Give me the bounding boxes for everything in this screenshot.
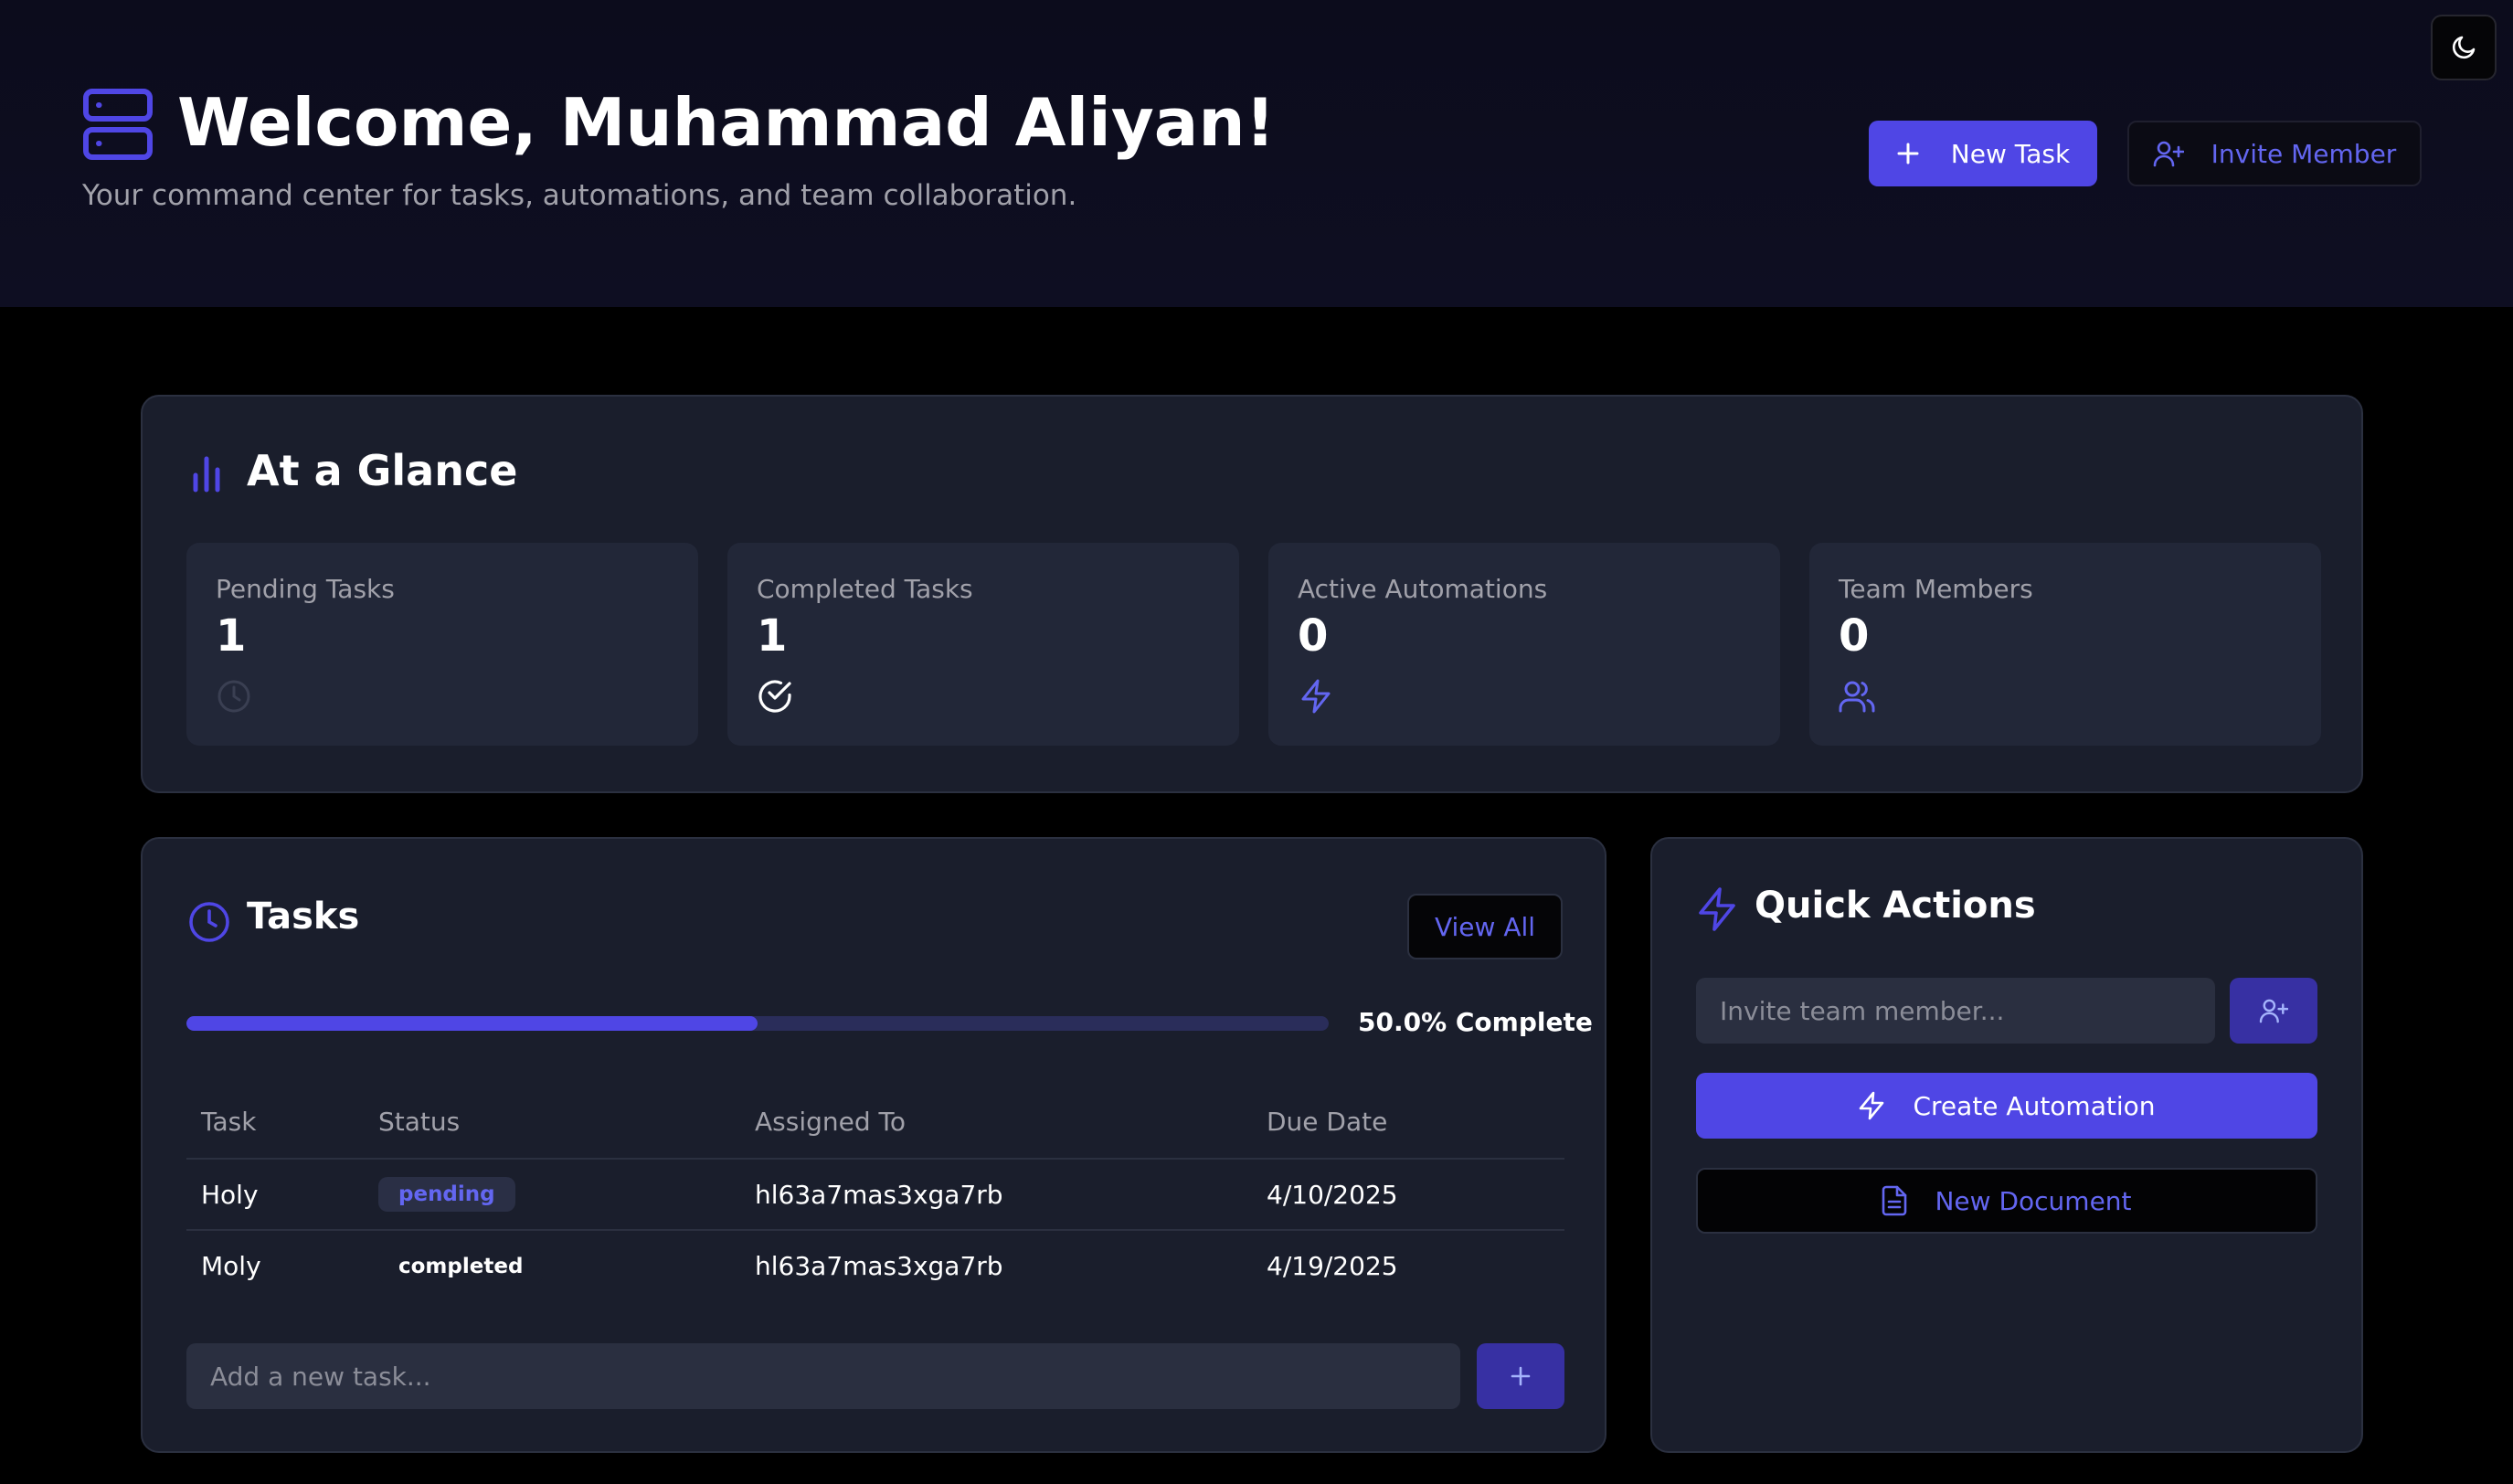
invite-team-member-input[interactable] [1696, 978, 2215, 1044]
status-cell: pending [364, 1159, 740, 1231]
page-title: Welcome, Muhammad Aliyan! [177, 84, 1276, 161]
plus-icon [1510, 1365, 1532, 1387]
task-name: Holy [186, 1159, 364, 1231]
stat-label: Active Automations [1298, 574, 1548, 604]
header: Welcome, Muhammad Aliyan! Your command c… [0, 0, 2513, 307]
stat-value: 0 [1298, 610, 1329, 662]
new-document-button[interactable]: New Document [1696, 1168, 2317, 1234]
progress-fill [186, 1016, 758, 1031]
users-icon [1839, 678, 1875, 715]
theme-toggle-button[interactable] [2431, 15, 2497, 80]
server-icon [82, 88, 154, 161]
stat-label: Pending Tasks [216, 574, 395, 604]
tasks-card: Tasks View All 50.0% Complete Task Statu… [141, 837, 1606, 1453]
at-a-glance-card: At a Glance Pending Tasks 1 Completed Ta… [141, 395, 2363, 793]
invite-team-member-button[interactable] [2230, 978, 2317, 1044]
clock-icon [188, 901, 230, 943]
create-automation-label: Create Automation [1913, 1090, 2156, 1121]
quick-actions-card: Quick Actions Create Automation [1650, 837, 2363, 1453]
stat-value: 1 [757, 610, 788, 662]
assigned-to: hl63a7mas3xga7rb [755, 1251, 1003, 1281]
user-plus-icon [2153, 140, 2184, 167]
tasks-table: Task Status Assigned To Due Date Holy pe… [186, 1086, 1564, 1301]
due-date: 4/19/2025 [1267, 1251, 1398, 1281]
tasks-title: Tasks [247, 896, 360, 938]
table-row[interactable]: Holy pending hl63a7mas3xga7rb 4/10/2025 [186, 1159, 1564, 1231]
stat-pending-tasks: Pending Tasks 1 [186, 543, 698, 746]
status-badge: pending [378, 1177, 515, 1212]
column-header: Task [186, 1086, 364, 1160]
bar-chart-icon [190, 453, 223, 493]
zap-icon [1858, 1091, 1885, 1120]
assigned-to: hl63a7mas3xga7rb [740, 1159, 1252, 1231]
check-circle-icon [757, 678, 793, 715]
column-header: Status [364, 1086, 740, 1160]
new-task-label: New Task [1950, 138, 2071, 169]
zap-icon [1298, 678, 1334, 715]
invite-member-label: Invite Member [2211, 138, 2397, 169]
new-task-input[interactable] [186, 1343, 1460, 1409]
new-document-label: New Document [1935, 1185, 2132, 1216]
stat-label: Team Members [1839, 574, 2033, 604]
status-badge: completed [378, 1248, 544, 1284]
table-row[interactable]: Moly completed hl63a7mas3xga7rb 4/19/202… [186, 1230, 1564, 1301]
new-task-button[interactable]: New Task [1869, 121, 2097, 186]
invite-member-button[interactable]: Invite Member [2127, 121, 2422, 186]
quick-actions-title: Quick Actions [1755, 885, 2036, 927]
progress-label: 50.0% Complete [1358, 1007, 1593, 1037]
clock-icon [216, 678, 252, 715]
progress-bar [186, 1016, 1329, 1031]
status-cell: completed [364, 1230, 740, 1301]
at-a-glance-title: At a Glance [247, 446, 518, 495]
page-subtitle: Your command center for tasks, automatio… [82, 179, 1077, 212]
add-task-button[interactable] [1477, 1343, 1564, 1409]
stat-value: 0 [1839, 610, 1870, 662]
stat-active-automations: Active Automations 0 [1268, 543, 1780, 746]
moon-icon [2450, 34, 2477, 61]
stat-value: 1 [216, 610, 247, 662]
column-header: Assigned To [740, 1086, 1252, 1160]
task-name: Moly [201, 1251, 261, 1281]
stat-completed-tasks: Completed Tasks 1 [727, 543, 1239, 746]
dashboard-page: Welcome, Muhammad Aliyan! Your command c… [0, 0, 2513, 1484]
table-header-row: Task Status Assigned To Due Date [186, 1086, 1564, 1160]
user-plus-icon [2259, 998, 2288, 1023]
due-date: 4/10/2025 [1252, 1159, 1564, 1231]
column-header: Due Date [1252, 1086, 1564, 1160]
stat-label: Completed Tasks [757, 574, 973, 604]
create-automation-button[interactable]: Create Automation [1696, 1073, 2317, 1139]
plus-icon [1896, 142, 1920, 165]
file-text-icon [1882, 1185, 1907, 1216]
stat-team-members: Team Members 0 [1809, 543, 2321, 746]
view-all-button[interactable]: View All [1407, 894, 1563, 959]
zap-icon [1696, 886, 1738, 932]
